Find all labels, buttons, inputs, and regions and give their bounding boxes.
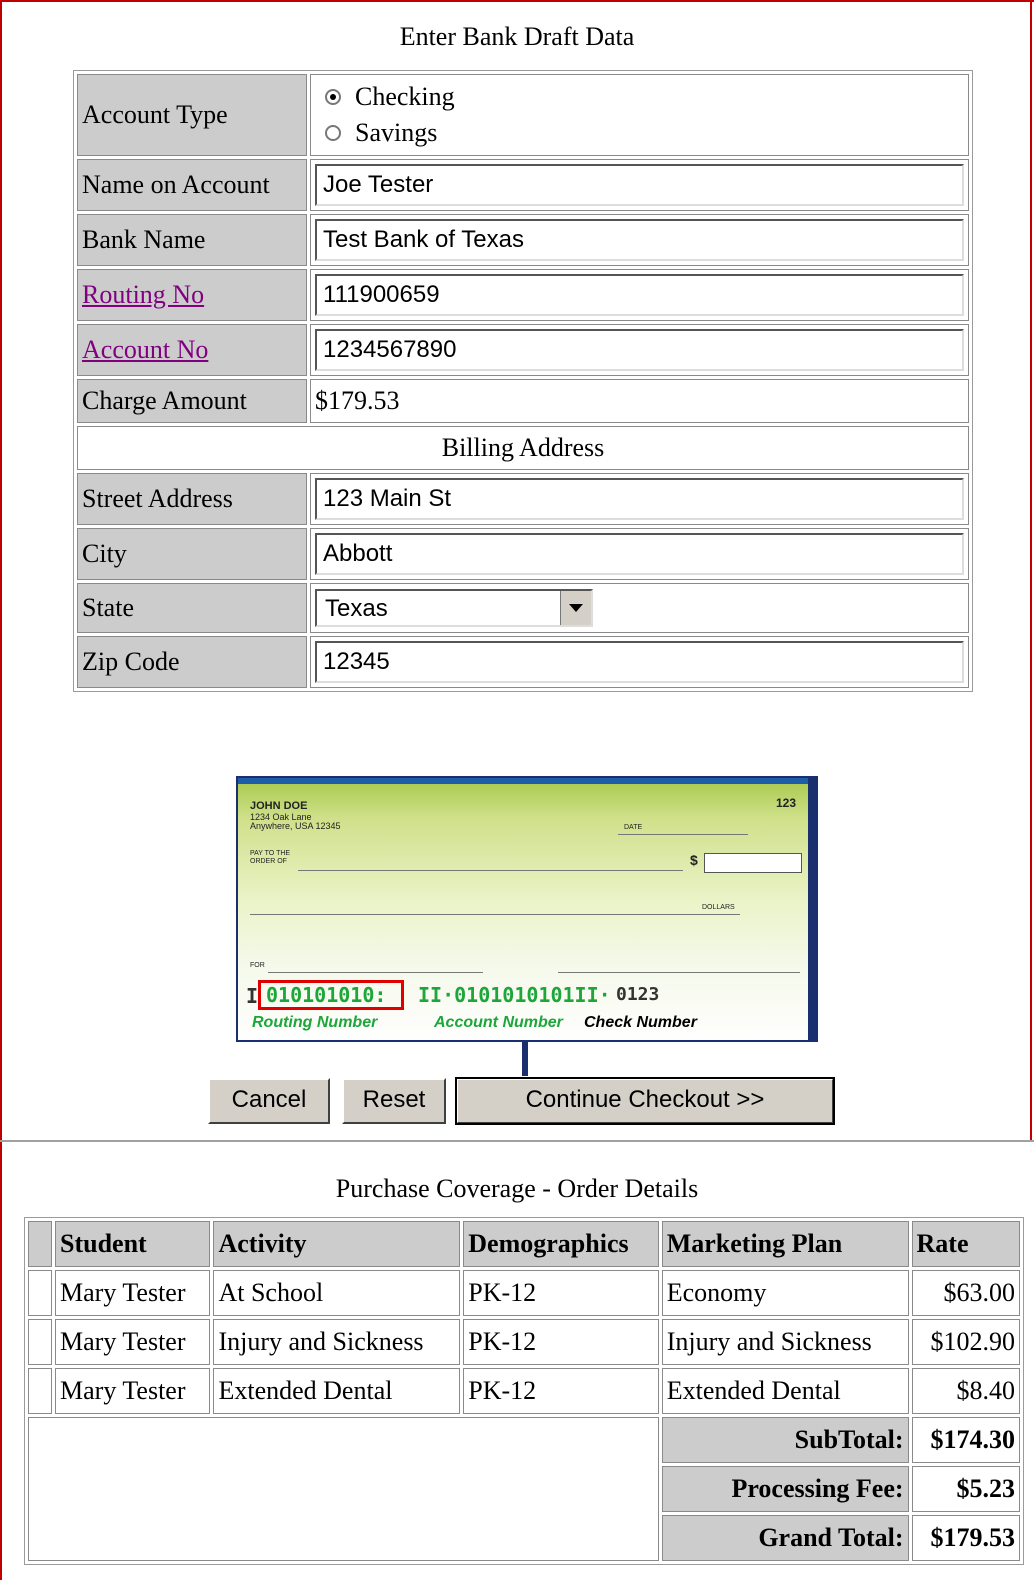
row2-activity: Injury and Sickness xyxy=(213,1319,461,1365)
state-select-value: Texas xyxy=(325,595,388,622)
row1-demographics: PK-12 xyxy=(463,1270,659,1316)
check-date-label: DATE xyxy=(624,824,643,831)
row2-demographics: PK-12 xyxy=(463,1319,659,1365)
row1-student: Mary Tester xyxy=(55,1270,211,1316)
order-title: Purchase Coverage - Order Details xyxy=(335,1174,699,1203)
processing-fee-label: Processing Fee: xyxy=(661,1466,909,1512)
table-header-row: Student Activity Demographics Marketing … xyxy=(28,1221,1020,1267)
billing-address-header: Billing Address xyxy=(77,426,969,470)
radio-savings[interactable]: Savings xyxy=(325,115,964,151)
check-dollar-sign: $ xyxy=(690,852,698,868)
check-diagram-image: JOHN DOE 1234 Oak Lane Anywhere, USA 123… xyxy=(236,776,818,1042)
zip-code-input[interactable]: 12345 xyxy=(315,641,964,683)
subtotal-value: $174.30 xyxy=(911,1417,1020,1463)
account-type-label: Account Type xyxy=(77,74,307,156)
check-pay-label-1: PAY TO THE xyxy=(250,850,291,857)
routing-no-input[interactable]: 111900659 xyxy=(315,274,964,316)
subtotal-row: SubTotal: $174.30 xyxy=(28,1417,1020,1561)
account-type-options: Checking Savings xyxy=(310,74,969,156)
micr-routing-number: 010101010: xyxy=(266,983,387,1007)
order-details-table: Student Activity Demographics Marketing … xyxy=(24,1217,1024,1565)
check-number-caption: Check Number xyxy=(584,1014,697,1031)
row3-student: Mary Tester xyxy=(55,1368,211,1414)
check-for-label: FOR xyxy=(250,962,265,969)
radio-savings-dot[interactable] xyxy=(325,125,341,141)
radio-checking[interactable]: Checking xyxy=(325,79,964,115)
section-divider xyxy=(0,1140,1034,1142)
city-input[interactable]: Abbott xyxy=(315,533,964,575)
row3-demographics: PK-12 xyxy=(463,1368,659,1414)
table-row: Mary Tester Extended Dental PK-12 Extend… xyxy=(28,1368,1020,1414)
bank-name-input[interactable]: Test Bank of Texas xyxy=(315,219,964,261)
row2-plan: Injury and Sickness xyxy=(661,1319,909,1365)
row2-rate: $102.90 xyxy=(911,1319,1020,1365)
account-no-link[interactable]: Account No xyxy=(82,335,208,364)
check-pay-label-2: ORDER OF xyxy=(250,858,287,865)
header-demographics: Demographics xyxy=(463,1221,659,1267)
check-top-bar xyxy=(238,778,816,784)
charge-amount-value: $179.53 xyxy=(310,379,969,423)
routing-number-caption: Routing Number xyxy=(252,1014,378,1031)
grand-total-label: Grand Total: xyxy=(661,1515,909,1561)
account-no-input[interactable]: 1234567890 xyxy=(315,329,964,371)
header-marketing-plan: Marketing Plan xyxy=(661,1221,909,1267)
row2-student: Mary Tester xyxy=(55,1319,211,1365)
subtotal-label: SubTotal: xyxy=(661,1417,909,1463)
processing-fee-value: $5.23 xyxy=(911,1466,1020,1512)
radio-checking-label: Checking xyxy=(355,82,455,111)
check-address-line2: Anywhere, USA 12345 xyxy=(250,821,341,831)
totals-blank-area xyxy=(28,1417,659,1561)
micr-check-number: 0123 xyxy=(616,984,660,1005)
check-stem xyxy=(522,1042,528,1076)
header-activity: Activity xyxy=(213,1221,461,1267)
check-right-bar xyxy=(808,778,816,1040)
zip-code-label: Zip Code xyxy=(77,636,307,688)
state-label: State xyxy=(77,583,307,633)
state-select[interactable]: Texas xyxy=(315,589,593,627)
check-amount-box xyxy=(704,853,802,873)
frame-top-border xyxy=(0,0,1034,2)
row1-rate: $63.00 xyxy=(911,1270,1020,1316)
row3-rate: $8.40 xyxy=(911,1368,1020,1414)
micr-account-number: II·0101010101II· xyxy=(418,983,611,1007)
check-number-top: 123 xyxy=(776,796,797,810)
row3-plan: Extended Dental xyxy=(661,1368,909,1414)
account-number-caption: Account Number xyxy=(434,1014,563,1031)
continue-checkout-button[interactable]: Continue Checkout >> xyxy=(455,1077,835,1125)
header-student: Student xyxy=(55,1221,211,1267)
frame-left-border xyxy=(0,0,2,1140)
micr-start-symbol: I xyxy=(246,984,259,1008)
frame-left-border-lower xyxy=(0,1140,2,1580)
row1-plan: Economy xyxy=(661,1270,909,1316)
charge-amount-label: Charge Amount xyxy=(77,379,307,423)
row3-activity: Extended Dental xyxy=(213,1368,461,1414)
frame-right-border xyxy=(1030,0,1032,1140)
city-label: City xyxy=(77,528,307,580)
cancel-button[interactable]: Cancel xyxy=(208,1078,330,1124)
row1-activity: At School xyxy=(213,1270,461,1316)
bank-name-label: Bank Name xyxy=(77,214,307,266)
form-title: Enter Bank Draft Data xyxy=(399,22,635,51)
chevron-down-icon[interactable] xyxy=(560,591,591,625)
radio-savings-label: Savings xyxy=(355,118,438,147)
reset-button[interactable]: Reset xyxy=(342,1078,446,1124)
header-rate: Rate xyxy=(911,1221,1020,1267)
radio-checking-dot[interactable] xyxy=(325,89,341,105)
header-blank xyxy=(28,1221,52,1267)
street-address-label: Street Address xyxy=(77,473,307,525)
table-row: Mary Tester At School PK-12 Economy $63.… xyxy=(28,1270,1020,1316)
grand-total-value: $179.53 xyxy=(911,1515,1020,1561)
street-address-input[interactable]: 123 Main St xyxy=(315,478,964,520)
name-on-account-label: Name on Account xyxy=(77,159,307,211)
routing-no-link[interactable]: Routing No xyxy=(82,280,204,309)
table-row: Mary Tester Injury and Sickness PK-12 In… xyxy=(28,1319,1020,1365)
name-on-account-input[interactable]: Joe Tester xyxy=(315,164,964,206)
bank-draft-form: Account Type Checking Savings Name on Ac… xyxy=(73,70,973,692)
check-dollars-label: DOLLARS xyxy=(702,904,735,911)
check-holder-name: JOHN DOE xyxy=(250,800,308,812)
